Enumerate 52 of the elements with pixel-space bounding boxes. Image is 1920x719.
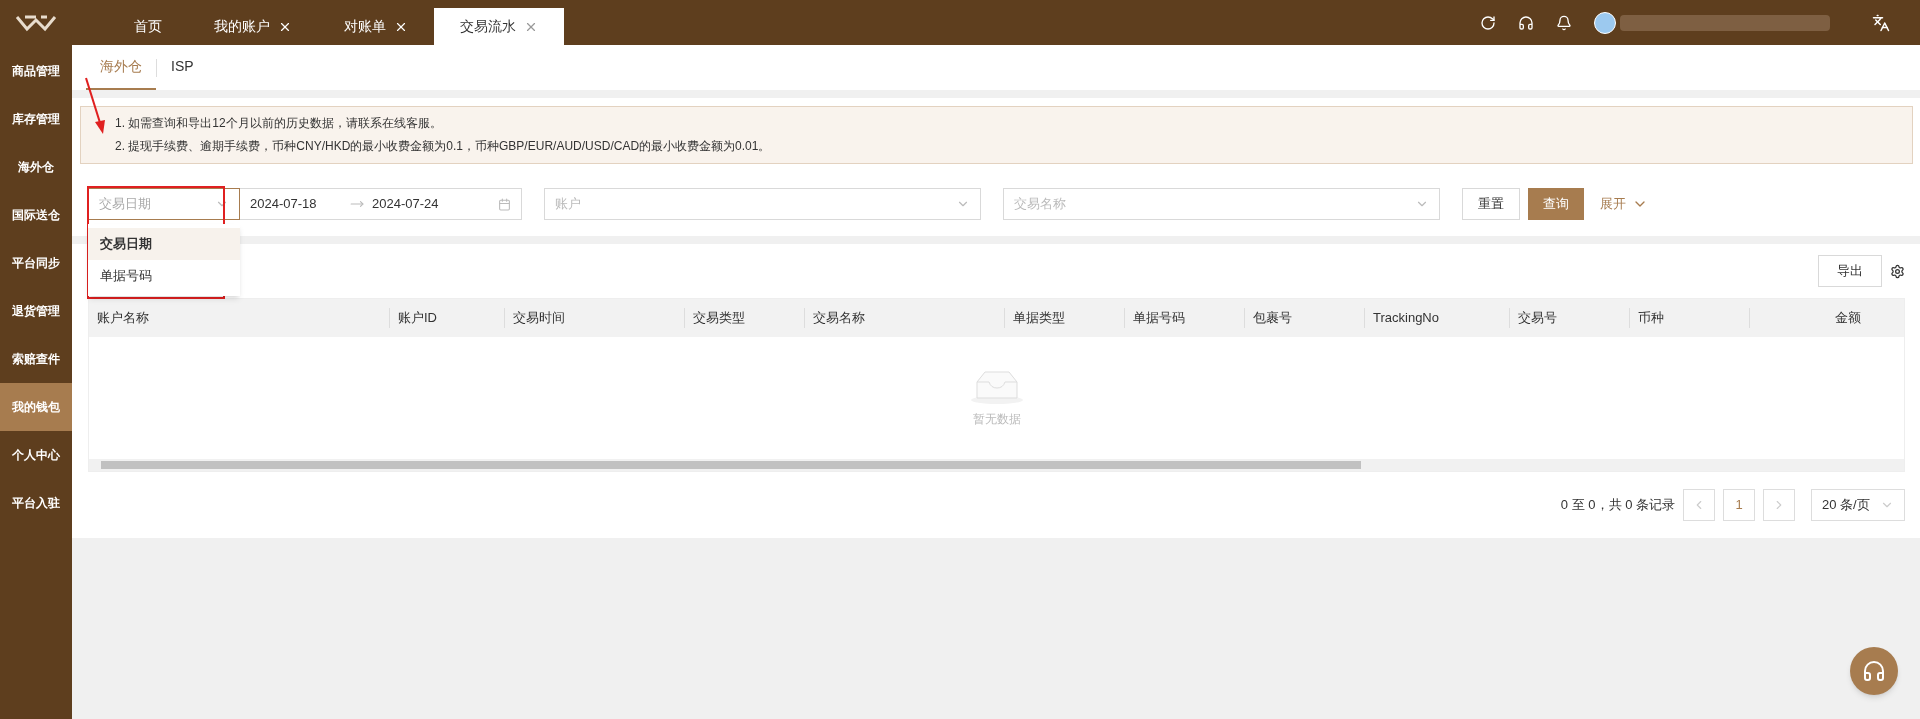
empty-inbox-icon [968,368,1025,404]
headphones-icon[interactable] [1518,14,1534,31]
bell-icon[interactable] [1556,14,1572,31]
sidebar-item[interactable]: 库存管理 [0,95,72,143]
sidebar-item[interactable]: 海外仓 [0,143,72,191]
annotation-arrow [84,76,108,136]
avatar[interactable] [1594,11,1616,34]
refresh-icon[interactable] [1480,14,1496,31]
settings-icon[interactable] [1890,263,1905,279]
nav-tab[interactable]: 首页 [108,8,188,45]
column-header: 金额 [1835,309,1861,328]
horizontal-scrollbar[interactable] [101,461,1361,469]
dropdown-option[interactable]: 交易日期 [88,228,240,260]
column-header: 币种 [1638,309,1664,328]
column-header: 包裹号 [1253,309,1292,328]
sidebar-item[interactable]: 索赔查件 [0,335,72,383]
logo-icon [15,13,57,32]
language-icon[interactable] [1872,13,1890,32]
column-header: TrackingNo [1373,309,1439,328]
nav-tab[interactable]: 我的账户 [188,8,318,45]
search-button[interactable]: 查询 [1528,188,1584,220]
column-header: 账户名称 [97,309,149,328]
sub-tab[interactable]: ISP [157,45,208,90]
support-button[interactable] [1850,647,1898,695]
pagination-summary: 0 至 0，共 0 条记录 [1560,496,1675,515]
column-header: 交易类型 [693,309,745,328]
date-range-field[interactable]: 2024-07-18 2024-07-24 [240,188,522,220]
sidebar-item[interactable]: 平台同步 [0,239,72,287]
dropdown-option[interactable]: 单据号码 [88,260,240,292]
expand-link[interactable]: 展开 [1600,194,1648,214]
sidebar-item[interactable]: 我的钱包 [0,383,72,431]
sidebar-item[interactable]: 国际送仓 [0,191,72,239]
column-header: 账户ID [398,309,437,328]
sidebar-item[interactable]: 退货管理 [0,287,72,335]
column-header: 单据类型 [1013,309,1065,328]
column-header: 交易号 [1518,309,1557,328]
sidebar-item[interactable]: 个人中心 [0,431,72,479]
notice-text: 2. 提现手续费、逾期手续费，币种CNY/HKD的最小收费金额为0.1，币种GBP/EUR/AUD/USD/CAD的最小收费金额为0.01。 [115,138,772,155]
calendar-icon [498,197,511,211]
column-header: 单据号码 [1133,309,1185,328]
export-button[interactable]: 导出 [1818,255,1882,287]
sidebar-item[interactable]: 平台入驻 [0,479,72,527]
nav-tab[interactable]: 对账单 [318,8,434,45]
sidebar-item[interactable]: 商品管理 [0,47,72,95]
column-header: 交易时间 [513,309,565,328]
page-size-select[interactable]: 20 条/页 [1811,489,1905,521]
nav-tab[interactable]: 交易流水 [434,8,564,45]
empty-text: 暂无数据 [972,411,1021,428]
reset-button[interactable]: 重置 [1462,188,1520,220]
column-header: 交易名称 [813,309,865,328]
notice-text: 1. 如需查询和导出12个月以前的历史数据，请联系在线客服。 [115,115,443,132]
page-button[interactable]: 1 [1723,489,1755,521]
